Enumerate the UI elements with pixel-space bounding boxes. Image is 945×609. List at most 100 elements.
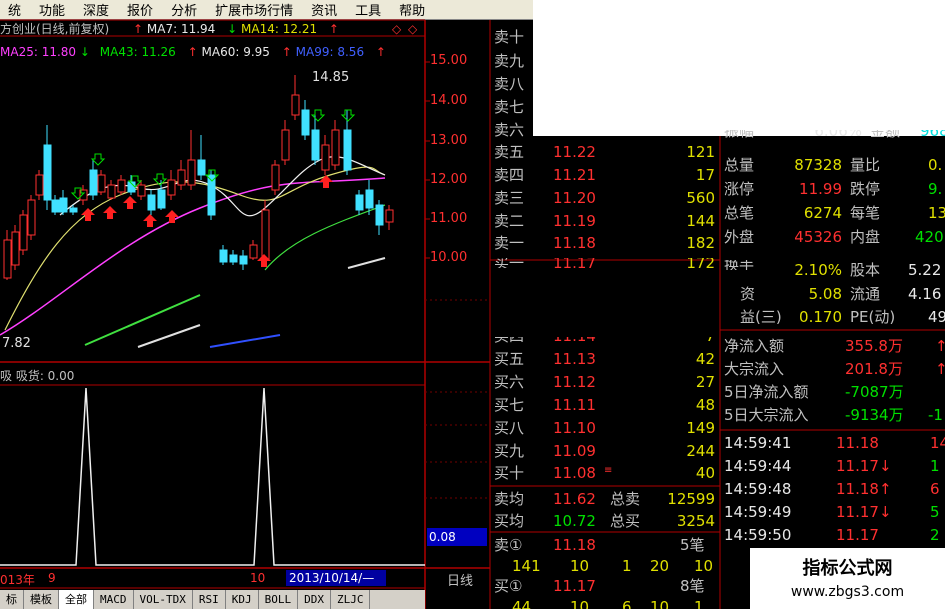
sell-volume: 17 <box>695 166 715 184</box>
queue-qty: 44 <box>512 598 532 609</box>
sell-label: 卖五 <box>494 143 525 161</box>
up-arrow-icon: ↑ <box>935 360 945 378</box>
sell-price: 11.18 <box>553 234 596 252</box>
buy-price: 11.17 <box>553 258 596 268</box>
candle-body <box>27 199 36 236</box>
quote-key: 总量 <box>724 156 755 174</box>
month-label: 9 <box>48 571 56 585</box>
chart-header: 方创业(日线,前复权) ↑ MA7: 11.94 ↓ MA14: 12.21 ↑… <box>0 22 425 36</box>
tab-all[interactable]: 全部 <box>59 590 94 609</box>
up-arrow-icon <box>143 214 157 227</box>
candle-body <box>187 159 196 186</box>
ma-line-white-tail <box>347 257 386 269</box>
sell-volume: 144 <box>686 212 715 230</box>
tab-zljc[interactable]: ZLJC <box>331 590 371 609</box>
tab-macd[interactable]: MACD <box>94 590 134 609</box>
price-tick: 12.00 <box>430 172 468 187</box>
flow-key: 5日净流入额 <box>724 383 809 401</box>
buy-total: 3254 <box>676 512 715 530</box>
candle-body <box>3 239 12 279</box>
up-arrow-icon: ↑ <box>187 45 198 59</box>
sell-label: 卖七 <box>494 98 525 116</box>
candle-body <box>343 129 352 171</box>
quote-value: 5.08 <box>808 285 842 303</box>
sell-label: 卖三 <box>494 189 525 207</box>
flow-value: 201.8万 <box>845 360 903 378</box>
candle-body <box>239 255 248 265</box>
sell-label: 卖六 <box>494 121 525 139</box>
watermark-title: 指标公式网 <box>802 558 893 579</box>
year-label: 013年 <box>0 573 35 587</box>
quote-key: 金额 <box>870 130 901 140</box>
sell-label: 卖二 <box>494 212 525 230</box>
buy-label: 买九 <box>494 442 525 460</box>
tab-kdj[interactable]: KDJ <box>226 590 259 609</box>
flow-key: 大宗流入 <box>724 360 785 378</box>
ma-line-green <box>264 204 386 271</box>
chart-title: 方创业(日线,前复权) <box>0 22 110 36</box>
sell-label: 卖九 <box>494 52 525 70</box>
price-tick: 14.00 <box>430 93 468 108</box>
buy-volume: 40 <box>695 464 715 482</box>
flow-value: -7087万 <box>845 383 904 401</box>
period-label[interactable]: 日线 <box>430 570 490 589</box>
buy-total-label: 总买 <box>610 512 641 530</box>
ma99-label: MA99: 8.56 <box>295 45 365 59</box>
buy-avg-price: 10.72 <box>553 512 596 530</box>
candle-body <box>301 109 310 136</box>
buy-label: 买五 <box>494 350 525 368</box>
indicator-header: 吸 吸货: 0.00 <box>0 369 75 383</box>
tab-boll[interactable]: BOLL <box>259 590 299 609</box>
candle-body <box>177 169 186 186</box>
tab-template[interactable]: 模板 <box>24 590 59 609</box>
ma-line-green-low <box>84 294 201 346</box>
sell-one-orders: 5笔 <box>680 536 705 554</box>
candle-body <box>311 129 320 161</box>
queue-qty: 10 <box>694 557 714 575</box>
buy-price: 11.09 <box>553 442 596 460</box>
price-tick: 13.00 <box>430 133 468 148</box>
down-arrow-icon: ↓ <box>227 22 238 36</box>
down-arrow-icon <box>340 109 356 122</box>
collapse-icon[interactable]: ◇ <box>408 22 417 36</box>
sell-label: 卖八 <box>494 75 525 93</box>
quote-key: 股本 <box>850 261 881 279</box>
quote-key: 流通 <box>850 285 881 303</box>
buy-price: 11.14 <box>553 337 596 347</box>
tick-time: 14:59:50 <box>724 526 792 544</box>
buy-volume: 27 <box>695 373 715 391</box>
up-arrow-icon <box>319 175 333 188</box>
quote-value: 45326 <box>794 228 842 246</box>
tab-vol-tdx[interactable]: VOL-TDX <box>134 590 193 609</box>
up-arrow-icon <box>123 196 137 209</box>
tab-mark[interactable]: 标 <box>0 590 24 609</box>
tab-rsi[interactable]: RSI <box>193 590 226 609</box>
buy-label: 买七 <box>494 396 525 414</box>
watermark-url: www.zbgs3.com <box>790 584 905 600</box>
candle-body <box>11 231 20 266</box>
stock-terminal: 统 功能 深度 报价 分析 扩展市场行情 资讯 工具 帮助 方创业(日线,前复权… <box>0 0 945 609</box>
tick-price: 11.18↑ <box>836 480 892 498</box>
quote-key: 振幅 <box>724 130 755 140</box>
diamond-icon[interactable]: ◇ <box>392 22 401 36</box>
tick-volume: 6 <box>930 480 940 498</box>
candle-body <box>107 184 116 199</box>
quote-key: 内盘 <box>850 228 881 246</box>
candle-body <box>321 144 330 171</box>
tick-price: 11.17↓ <box>836 503 892 521</box>
quote-key: 资 <box>740 285 756 303</box>
sell-avg-price: 11.62 <box>553 490 596 508</box>
sell-total-label: 总卖 <box>610 490 641 508</box>
up-arrow-icon <box>165 210 179 223</box>
quote-key: 每笔 <box>850 204 881 222</box>
candle-body <box>375 204 384 226</box>
buy-one-queue-label: 买① <box>494 577 523 595</box>
candle-body <box>331 129 340 166</box>
buy-label: 买六 <box>494 373 525 391</box>
up-arrow-icon: ↑ <box>328 22 339 36</box>
ma60-label: MA60: 9.95 <box>201 45 270 59</box>
candle-body <box>89 169 98 196</box>
tab-ddx[interactable]: DDX <box>298 590 331 609</box>
buy-one-partial: 买一 11.17 172 <box>490 258 720 268</box>
candle-body <box>355 194 364 211</box>
